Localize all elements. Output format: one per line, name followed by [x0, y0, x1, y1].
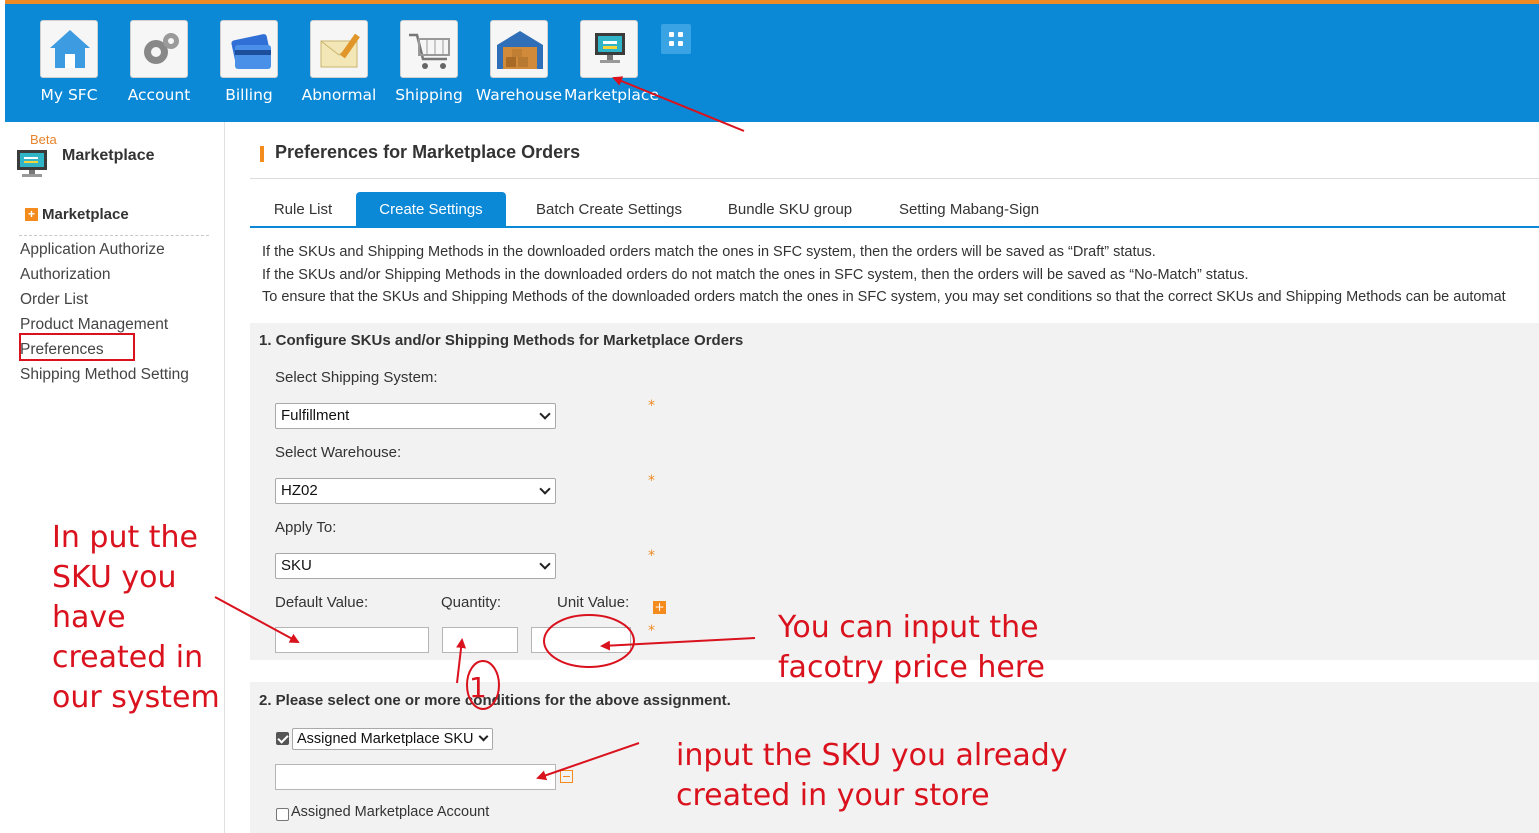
credit-card-icon	[220, 20, 278, 78]
info-text: If the SKUs and/or Shipping Methods in t…	[262, 267, 1249, 283]
annotation-line: created in your store	[676, 778, 990, 813]
marketplace-account-label: Assigned Marketplace Account	[291, 804, 490, 820]
section-2-heading: 2. Please select one or more conditions …	[259, 692, 731, 709]
warehouse-label: Select Warehouse:	[275, 444, 402, 461]
sidebar-section-label: Marketplace	[42, 206, 129, 223]
condition-select[interactable]: Assigned Marketplace SKU	[292, 728, 493, 750]
select-value: Assigned Marketplace SKU	[297, 731, 474, 747]
monitor-icon	[580, 20, 638, 78]
nav-label: My SFC	[40, 86, 98, 104]
sidebar-item-shipping-method-setting[interactable]: Shipping Method Setting	[20, 366, 189, 384]
annotation-line: You can input the	[778, 610, 1039, 645]
quantity-input[interactable]	[442, 627, 518, 653]
nav-label: Shipping	[395, 86, 463, 104]
nav-label: Abnormal	[301, 86, 377, 104]
tab-bar: Rule List Create Settings Batch Create S…	[250, 192, 1539, 228]
sidebar-item-authorization[interactable]: Authorization	[20, 266, 110, 284]
warehouse-icon	[490, 20, 548, 78]
home-icon	[40, 20, 98, 78]
required-mark: *	[648, 548, 655, 564]
annotation-line: have	[52, 600, 126, 635]
required-mark: *	[648, 473, 655, 489]
tab-batch-create-settings[interactable]: Batch Create Settings	[524, 192, 694, 227]
grid-icon[interactable]	[661, 24, 691, 54]
nav-my-sfc[interactable]: My SFC	[24, 20, 114, 104]
nav-label: Billing	[225, 86, 273, 104]
tab-setting-mabang-sign[interactable]: Setting Mabang-Sign	[884, 192, 1054, 227]
info-text: If the SKUs and Shipping Methods in the …	[262, 244, 1156, 260]
shipping-system-label: Select Shipping System:	[275, 369, 438, 386]
sidebar-section-header[interactable]: + Marketplace	[25, 206, 129, 223]
required-mark: *	[648, 623, 655, 639]
plus-icon: +	[25, 208, 38, 221]
annotation-circle-number: 1	[469, 671, 487, 704]
nav-marketplace[interactable]: Marketplace	[564, 20, 659, 104]
gears-icon	[130, 20, 188, 78]
nav-account[interactable]: Account	[114, 20, 204, 104]
plus-icon: +	[653, 600, 666, 614]
chevron-down-icon	[478, 731, 489, 742]
info-text: To ensure that the SKUs and Shipping Met…	[262, 289, 1506, 305]
annotation-line: input the SKU you already	[676, 738, 1068, 773]
nav-warehouse[interactable]: Warehouse	[474, 20, 564, 104]
sidebar-item-order-list[interactable]: Order List	[20, 291, 88, 309]
unit-value-label: Unit Value:	[557, 594, 630, 611]
beta-badge: Beta	[30, 132, 57, 147]
tab-create-settings[interactable]: Create Settings	[356, 192, 506, 227]
default-value-label: Default Value:	[275, 594, 369, 611]
unit-value-input[interactable]	[531, 627, 631, 653]
annotation-sku-note: input the SKU you already created in you…	[676, 736, 1068, 816]
select-value: HZ02	[281, 482, 318, 499]
chevron-down-icon	[539, 558, 551, 570]
marketplace-monitor-icon	[17, 148, 47, 180]
shipping-system-select[interactable]: Fulfillment	[275, 403, 556, 429]
nav-label: Warehouse	[475, 86, 563, 104]
default-value-input[interactable]	[275, 627, 429, 653]
annotation-line: created in	[52, 640, 204, 675]
annotation-price-note: You can input the facotry price here	[778, 608, 1045, 688]
marketplace-sku-input[interactable]	[275, 764, 556, 790]
divider	[250, 178, 1539, 179]
nav-billing[interactable]: Billing	[204, 20, 294, 104]
annotation-left-note: In put the SKU you have created in our s…	[52, 518, 220, 718]
apply-to-select[interactable]: SKU	[275, 553, 556, 579]
page-title: Preferences for Marketplace Orders	[260, 142, 580, 163]
nav-label: Marketplace	[564, 86, 659, 104]
tab-bundle-sku-group[interactable]: Bundle SKU group	[715, 192, 865, 227]
condition-sku-checkbox[interactable]	[276, 732, 289, 745]
sidebar-item-application-authorize[interactable]: Application Authorize	[20, 241, 165, 259]
section-1-heading: 1. Configure SKUs and/or Shipping Method…	[259, 332, 744, 349]
annotation-line: our system	[52, 680, 220, 715]
annotation-line: In put the	[52, 520, 198, 555]
warehouse-select[interactable]: HZ02	[275, 478, 556, 504]
sidebar-item-product-management[interactable]: Product Management	[20, 316, 168, 334]
tab-rule-list[interactable]: Rule List	[258, 192, 348, 227]
nav-label: Account	[127, 86, 191, 104]
apply-to-label: Apply To:	[275, 519, 337, 536]
annotation-line: SKU you	[52, 560, 177, 595]
select-value: Fulfillment	[281, 407, 350, 424]
required-mark: *	[648, 398, 655, 414]
sidebar-title: Marketplace	[62, 147, 155, 164]
minus-icon[interactable]	[560, 770, 573, 783]
annotation-line: facotry price here	[778, 650, 1045, 685]
nav-shipping[interactable]: Shipping	[384, 20, 474, 104]
marketplace-account-checkbox[interactable]	[276, 808, 289, 821]
preferences-highlight-box	[19, 333, 135, 361]
add-row-button[interactable]: +	[653, 598, 670, 616]
divider	[19, 235, 209, 236]
sidebar: Beta Marketplace + Marketplace Applicatio…	[5, 122, 225, 833]
chevron-down-icon	[539, 483, 551, 495]
shopping-cart-icon	[400, 20, 458, 78]
nav-abnormal[interactable]: Abnormal	[294, 20, 384, 104]
envelope-pencil-icon	[310, 20, 368, 78]
top-navigation-bar: My SFC Account Billing Abnormal Shipping…	[5, 0, 1539, 122]
chevron-down-icon	[539, 408, 551, 420]
quantity-label: Quantity:	[441, 594, 502, 611]
select-value: SKU	[281, 557, 312, 574]
